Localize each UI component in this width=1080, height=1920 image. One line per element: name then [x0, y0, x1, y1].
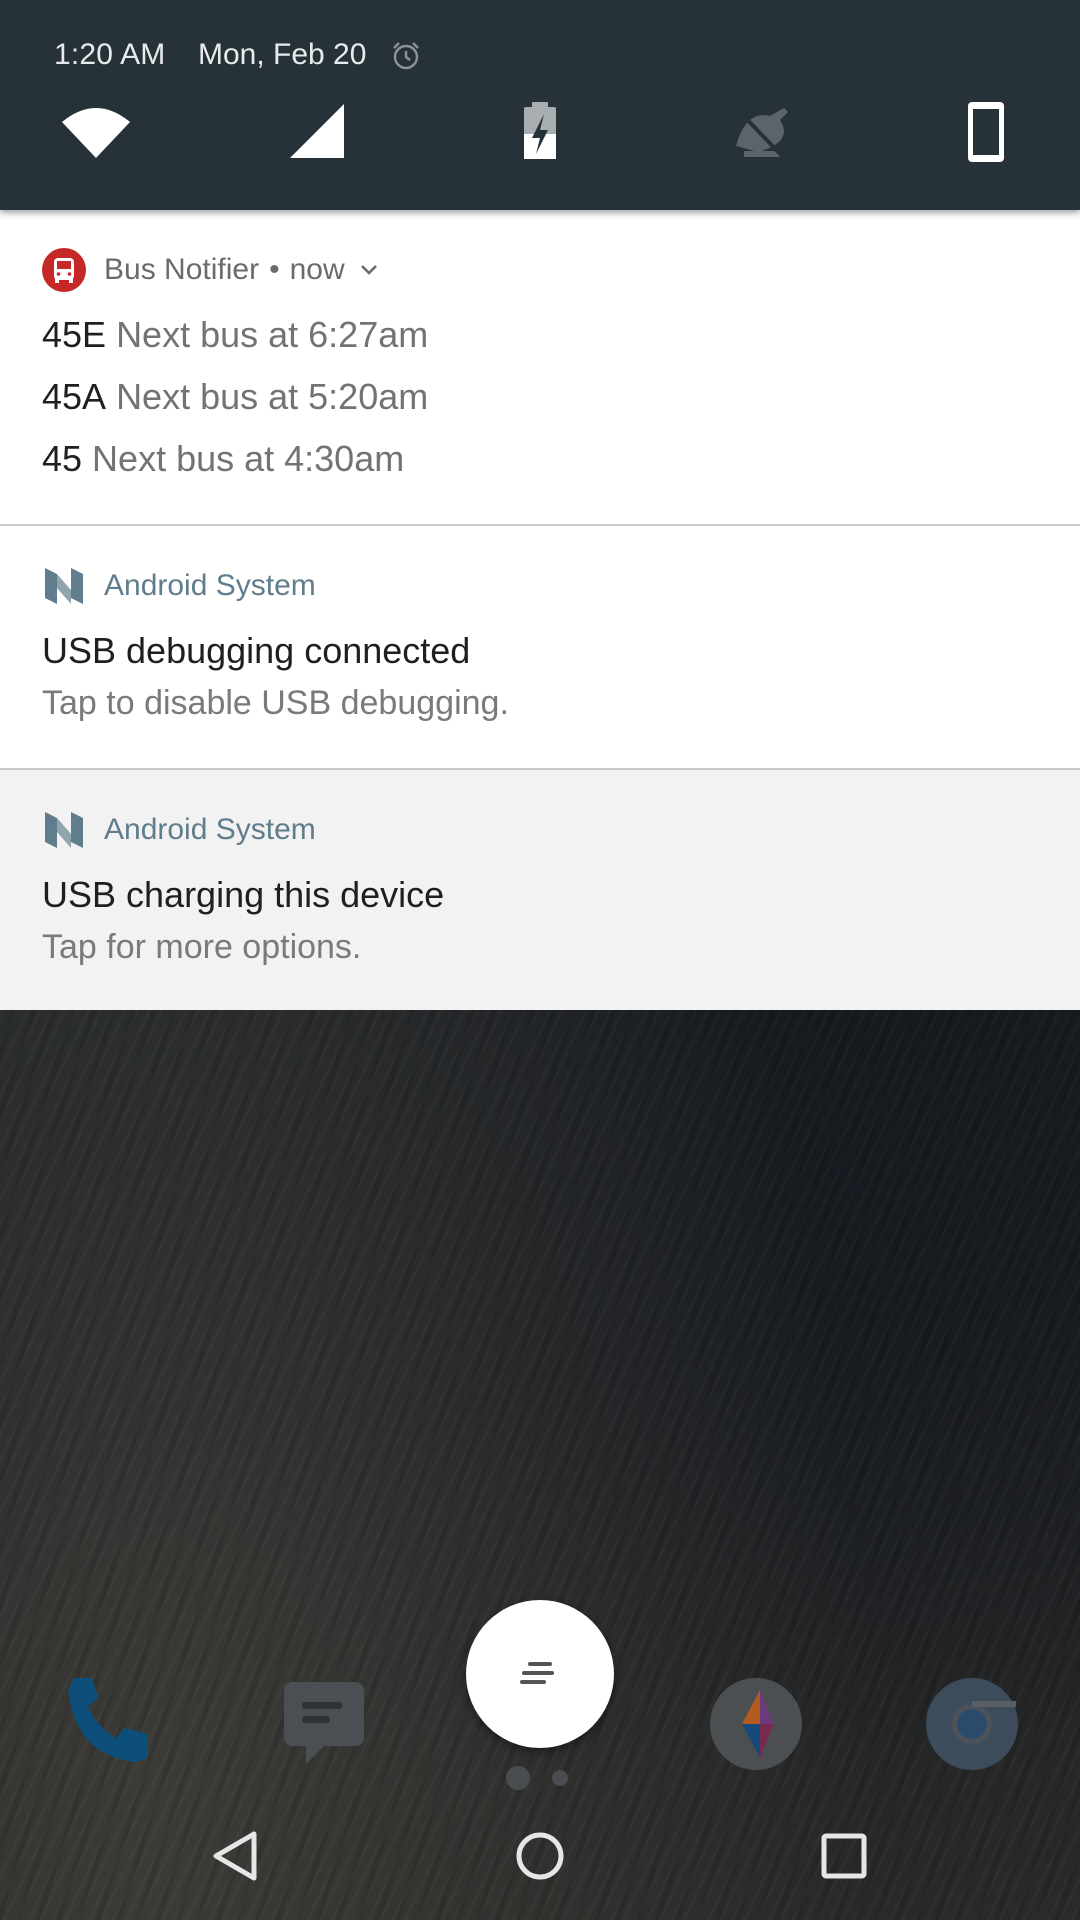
messages-icon[interactable] [276, 1672, 372, 1768]
bus-route: 45A [42, 376, 107, 417]
app-name: Bus Notifier [104, 253, 260, 286]
bus-route: 45 [42, 438, 83, 479]
wifi-icon[interactable] [58, 100, 134, 168]
kotlin-app-icon[interactable] [708, 1676, 804, 1772]
chrome-icon[interactable] [924, 1676, 1020, 1772]
notification-time: now [289, 253, 345, 286]
notification-title: USB charging this device [42, 874, 445, 915]
android-system-icon [45, 812, 83, 848]
bus-icon [42, 248, 86, 292]
bus-line: 45E Next bus at 6:27am [42, 314, 428, 356]
status-date[interactable]: Mon, Feb 20 [198, 38, 366, 72]
usb-charging-notification[interactable]: Android System USB charging this device … [0, 770, 1080, 1010]
battery-charging-icon[interactable] [502, 100, 578, 168]
app-drawer-icon [520, 1662, 554, 1684]
back-icon[interactable] [206, 1826, 266, 1886]
bus-time-text: Next bus at 5:20am [116, 376, 429, 417]
notification-header: Android System [42, 808, 316, 852]
bus-line: 45A Next bus at 5:20am [42, 376, 428, 418]
notification-header: Bus Notifier • now [42, 248, 381, 292]
phone-icon[interactable] [60, 1672, 156, 1768]
usb-debugging-notification[interactable]: Android System USB debugging connected T… [0, 526, 1080, 768]
bus-notifier-notification[interactable]: Bus Notifier • now 45E Next bus at 6:27am… [0, 210, 1080, 524]
bus-route: 45E [42, 314, 107, 355]
bus-line: 45 Next bus at 4:30am [42, 438, 404, 480]
app-name: Android System [104, 813, 316, 846]
notification-text: Tap for more options. [42, 928, 362, 966]
page-indicator [552, 1770, 568, 1786]
bus-time-text: Next bus at 6:27am [116, 314, 429, 355]
alarm-icon[interactable] [390, 40, 422, 72]
app-name: Android System [104, 569, 316, 602]
recents-icon[interactable] [814, 1826, 874, 1886]
chevron-down-icon[interactable] [357, 258, 381, 282]
home-icon[interactable] [510, 1826, 570, 1886]
notification-header: Android System [42, 564, 316, 608]
separator: • [269, 253, 280, 286]
android-system-icon [45, 568, 83, 604]
phone-portrait-icon[interactable] [948, 100, 1024, 168]
page-indicator-active [506, 1766, 530, 1790]
do-not-disturb-off-icon[interactable] [724, 100, 800, 168]
app-drawer-button[interactable] [466, 1600, 614, 1748]
notification-text: Tap to disable USB debugging. [42, 684, 509, 722]
bus-time-text: Next bus at 4:30am [92, 438, 405, 479]
cellular-signal-icon[interactable] [284, 100, 360, 168]
status-time: 1:20 AM [54, 38, 166, 71]
quick-settings-header: 1:20 AM Mon, Feb 20 [0, 0, 1080, 210]
notification-title: USB debugging connected [42, 630, 471, 671]
